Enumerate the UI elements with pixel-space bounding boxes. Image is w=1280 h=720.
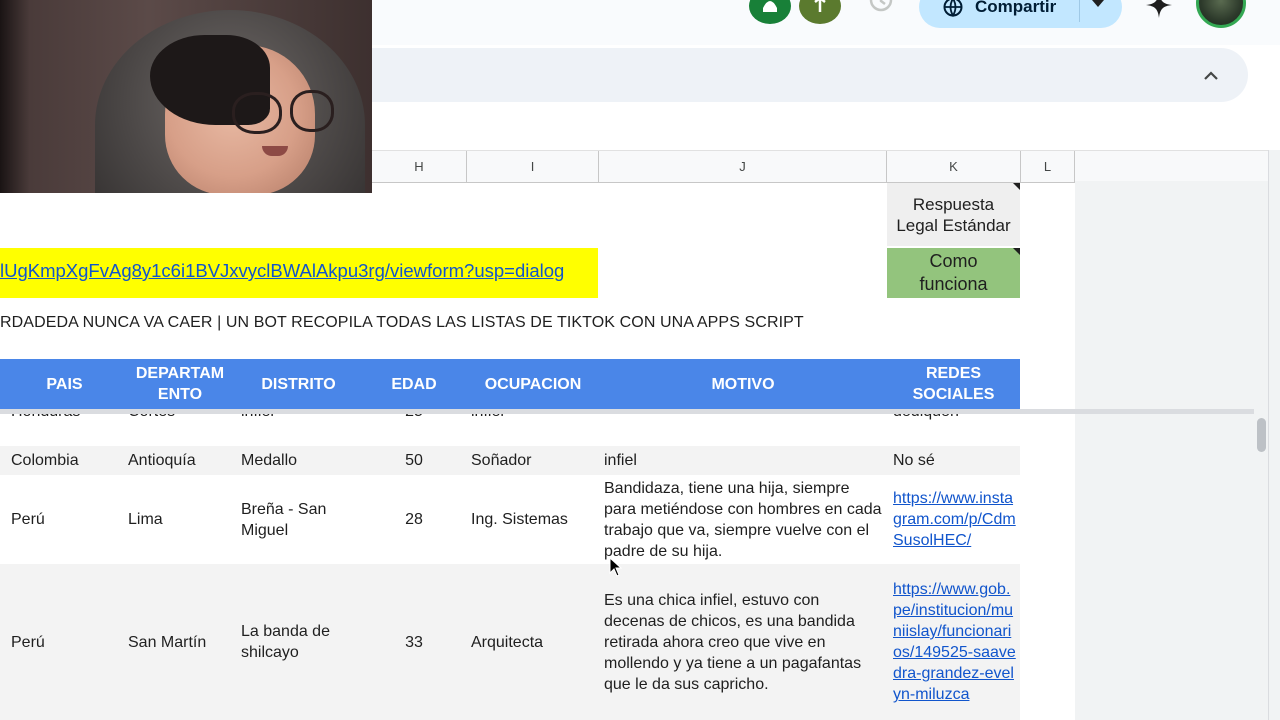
header-pais[interactable]: PAIS xyxy=(0,359,129,409)
meet-present-icon[interactable] xyxy=(749,0,791,24)
cell-motivo[interactable]: infiel xyxy=(604,446,637,475)
cell-motivo[interactable]: Es una chica infiel, estuvo con decenas … xyxy=(604,564,884,720)
cell-edad[interactable]: 33 xyxy=(372,564,456,720)
google-form-link[interactable]: lUgKmpXgFvAg8y1c6i1BVJxvyclBWAlAkpu3rg/v… xyxy=(0,260,564,282)
respuesta-legal-label: Respuesta Legal Estándar xyxy=(896,194,1011,235)
globe-icon xyxy=(943,0,963,17)
history-icon[interactable] xyxy=(866,0,896,18)
cell-edad[interactable]: 50 xyxy=(372,446,456,475)
table-row: Perú San Martín La banda de shilcayo 33 … xyxy=(0,564,1020,720)
header-motivo[interactable]: MOTIVO xyxy=(599,359,887,409)
header-redes-sociales[interactable]: REDES SOCIALES xyxy=(887,359,1020,409)
account-avatar[interactable] xyxy=(1196,0,1246,28)
column-header-h[interactable]: H xyxy=(372,151,467,182)
mouse-cursor-icon xyxy=(609,557,623,577)
comment-marker xyxy=(1013,248,1020,255)
comment-marker xyxy=(1013,183,1020,190)
table-row: Perú Lima Breña - San Miguel 28 Ing. Sis… xyxy=(0,475,1020,564)
webcam-glasses-left xyxy=(232,92,282,134)
cell-edad[interactable]: 25 xyxy=(372,414,456,431)
table-row-clipped: Honduras Cortes infiel 25 infiel dedique… xyxy=(0,414,1020,445)
cell-pais[interactable]: Honduras xyxy=(11,414,80,431)
addon-icon[interactable] xyxy=(799,0,841,24)
cell-pais[interactable]: Perú xyxy=(11,564,45,720)
cell-distrito[interactable]: infiel xyxy=(241,414,274,431)
gemini-sparkle-icon[interactable] xyxy=(1146,0,1172,18)
header-ocupacion[interactable]: OCUPACION xyxy=(467,359,599,409)
cell-ocupacion[interactable]: Ing. Sistemas xyxy=(471,475,568,564)
como-funciona-label: Como funciona xyxy=(919,251,988,294)
frozen-rows-divider[interactable] xyxy=(0,409,1254,414)
cell-distrito[interactable]: Medallo xyxy=(241,446,297,475)
como-funciona-button[interactable]: Como funciona xyxy=(887,248,1020,298)
cell-redes[interactable]: No sé xyxy=(893,446,935,475)
respuesta-legal-button[interactable]: Respuesta Legal Estándar xyxy=(887,183,1020,246)
table-row: Colombia Antioquía Medallo 50 Soñador in… xyxy=(0,446,1020,475)
cell-ocupacion[interactable]: infiel xyxy=(471,414,504,431)
cell-edad[interactable]: 28 xyxy=(372,475,456,564)
webcam-overlay xyxy=(0,0,372,193)
cell-departamento[interactable]: San Martín xyxy=(128,564,206,720)
banner-text: RDADEDA NUNCA VA CAER | UN BOT RECOPILA … xyxy=(0,314,804,331)
cell-distrito[interactable]: Breña - San Miguel xyxy=(241,475,359,564)
table-header-row: PAIS DEPARTAM ENTO DISTRITO EDAD OCUPACI… xyxy=(0,359,1020,409)
vertical-scrollbar[interactable] xyxy=(1268,150,1280,720)
webcam-glasses-right xyxy=(290,90,334,132)
cell-departamento[interactable]: Antioquía xyxy=(128,446,196,475)
scrollbar-thumb[interactable] xyxy=(1257,418,1266,452)
cell-ocupacion[interactable]: Arquitecta xyxy=(471,564,543,720)
cell-departamento[interactable]: Cortes xyxy=(128,414,175,431)
cell-motivo[interactable]: Bandidaza, tiene una hija, siempre para … xyxy=(604,475,884,564)
share-divider xyxy=(1079,0,1080,22)
cell-redes[interactable]: dediquen xyxy=(893,414,959,431)
cell-pais[interactable]: Perú xyxy=(11,475,45,564)
column-header-j[interactable]: J xyxy=(599,151,887,182)
column-header-k[interactable]: K xyxy=(887,151,1021,182)
cell-pais[interactable]: Colombia xyxy=(11,446,79,475)
cell-ocupacion[interactable]: Soñador xyxy=(471,446,532,475)
empty-sheet-area xyxy=(1075,181,1268,720)
header-departamento[interactable]: DEPARTAM ENTO xyxy=(121,359,239,409)
share-label: Compartir xyxy=(975,0,1057,16)
column-header-i[interactable]: I xyxy=(467,151,599,182)
column-header-l[interactable]: L xyxy=(1021,151,1075,182)
header-distrito[interactable]: DISTRITO xyxy=(237,359,360,409)
share-button[interactable]: Compartir xyxy=(919,0,1122,28)
cell-departamento[interactable]: Lima xyxy=(128,475,163,564)
cell-redes-link[interactable]: https://www.gob.pe/institucion/muniislay… xyxy=(893,567,1017,717)
chevron-up-icon[interactable] xyxy=(1202,68,1220,82)
share-dropdown-icon[interactable] xyxy=(1092,0,1104,7)
header-edad[interactable]: EDAD xyxy=(372,359,456,409)
cell-distrito[interactable]: La banda de shilcayo xyxy=(241,564,359,720)
cell-redes-link[interactable]: https://www.instagram.com/p/CdmSusolHEC/ xyxy=(893,475,1017,564)
